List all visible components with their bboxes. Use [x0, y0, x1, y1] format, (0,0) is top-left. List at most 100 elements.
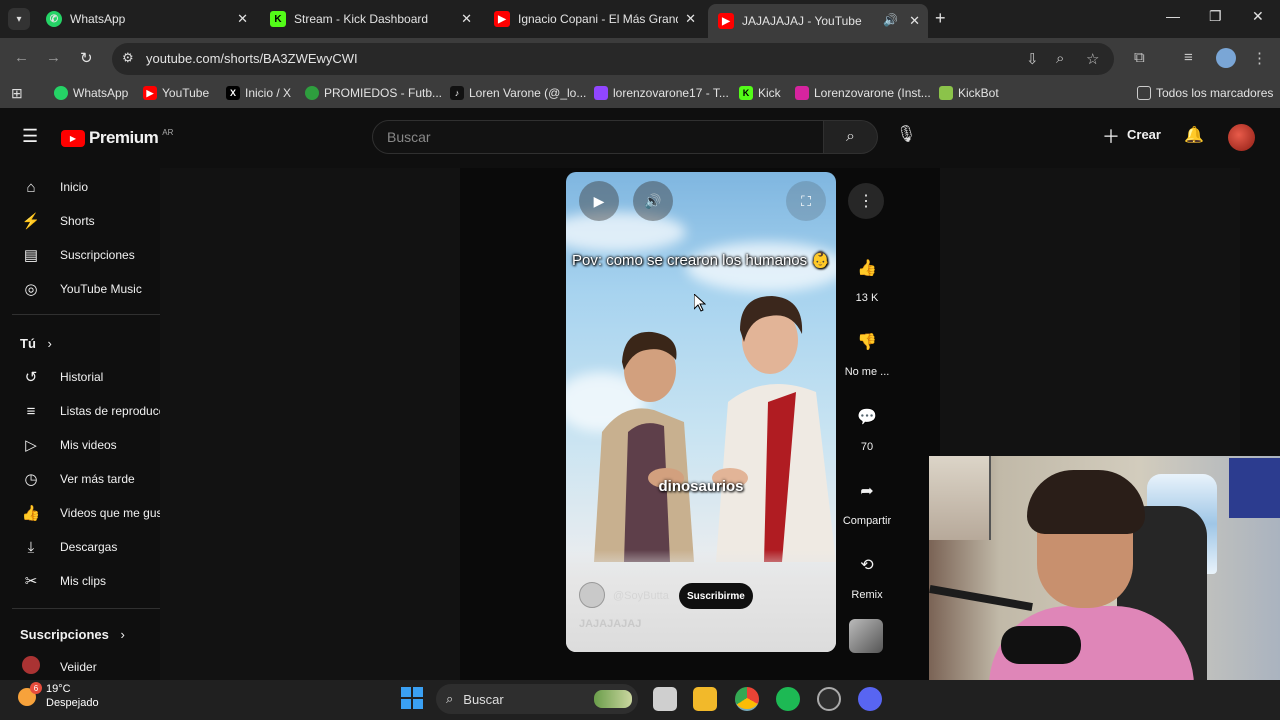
fullscreen-icon: ⛶	[801, 192, 811, 209]
youtube-logo[interactable]: ▶ Premium AR	[61, 128, 173, 148]
bookmark-whatsapp[interactable]: WhatsApp	[54, 86, 128, 100]
liked-icon: 👍	[21, 505, 41, 522]
watch-later-icon: ◷	[24, 471, 38, 488]
like-count: 13 K	[855, 292, 879, 304]
webcam-person-hair	[1027, 470, 1145, 534]
speaker-icon[interactable]: 🔊	[883, 13, 898, 27]
share-label: Compartir	[842, 515, 892, 527]
windows-start-icon[interactable]	[401, 687, 423, 709]
subscribe-button[interactable]: Suscribirme	[679, 583, 753, 609]
weather-sun-icon: 6	[18, 682, 42, 706]
discord-icon[interactable]	[858, 687, 882, 711]
url-text[interactable]: youtube.com/shorts/BA3ZWEwyCWI	[146, 51, 358, 66]
weather-widget[interactable]: 6 19°C Despejado	[18, 682, 99, 710]
extensions-icon[interactable]: ⧉	[1134, 49, 1145, 66]
forward-icon[interactable]: →	[46, 49, 61, 66]
short-video-player[interactable]: ▶ 🔊 ⛶ Pov: como se crearon los humanos 👶…	[566, 172, 836, 652]
bookmark-star-icon[interactable]: ☆	[1086, 50, 1099, 68]
all-bookmarks-folder[interactable]: Todos los marcadores	[1137, 86, 1273, 100]
youtube-favicon-icon: ▶	[494, 11, 510, 27]
task-view-icon[interactable]	[653, 687, 677, 711]
bookmark-kickbot[interactable]: KickBot	[939, 86, 999, 100]
bookmark-kick[interactable]: K Kick	[739, 86, 781, 100]
video-caption-bottom: dinosaurios	[658, 478, 744, 495]
bookmark-instagram[interactable]: Lorenzovarone (Inst...	[795, 86, 931, 100]
fullscreen-button[interactable]: ⛶	[786, 181, 826, 221]
profile-avatar[interactable]	[1216, 48, 1236, 68]
bookmark-x[interactable]: X Inicio / X	[226, 86, 291, 100]
tiktok-icon: ♪	[450, 86, 464, 100]
address-toolbar: ← → ↻ ⚙ youtube.com/shorts/BA3ZWEwyCWI ⇩…	[0, 38, 1280, 80]
close-tab-icon[interactable]: ✕	[461, 11, 472, 27]
chrome-icon[interactable]	[735, 687, 759, 711]
taskbar-search[interactable]: ⌕ Buscar	[436, 684, 638, 714]
browser-tab-copani[interactable]: ▶ Ignacio Copani - El Más Grande ✕	[484, 4, 704, 34]
menu-dots-icon[interactable]: ⋮	[1252, 49, 1267, 67]
zoom-icon[interactable]: ⌕	[1056, 50, 1064, 67]
apps-grid-icon[interactable]: ⊞	[11, 85, 23, 102]
bookmark-tiktok[interactable]: ♪ Loren Varone (@_lo...	[450, 86, 586, 100]
url-bar[interactable]: ⚙ youtube.com/shorts/BA3ZWEwyCWI ⇩ ⌕ ☆	[112, 43, 1114, 75]
x-logo-icon: X	[226, 86, 240, 100]
search-input[interactable]: Buscar	[372, 120, 824, 154]
tab-search-dropdown-icon[interactable]: ▾	[8, 8, 30, 30]
back-icon[interactable]: ←	[14, 49, 29, 66]
subscriptions-section-heading[interactable]: Suscripciones ›	[20, 627, 125, 642]
channel-handle[interactable]: @SoyButta	[613, 590, 669, 602]
play-button[interactable]: ▶	[579, 181, 619, 221]
microphone-icon[interactable]: 🎙	[896, 124, 916, 144]
install-icon[interactable]: ⇩	[1026, 50, 1039, 68]
account-avatar[interactable]	[1228, 124, 1255, 151]
remix-action[interactable]: ⟲ Remix	[838, 547, 896, 601]
remix-icon: ⟲	[860, 557, 874, 574]
notifications-bell-icon[interactable]: 🔔	[1184, 125, 1204, 145]
instagram-icon	[795, 86, 809, 100]
create-button[interactable]: Crear	[1127, 127, 1161, 142]
reload-icon[interactable]: ↻	[80, 49, 93, 67]
minimize-icon[interactable]: —	[1166, 8, 1180, 24]
site-info-icon[interactable]: ⚙	[122, 50, 134, 66]
chevron-right-icon: ›	[47, 336, 52, 351]
browser-tab-active[interactable]: ▶ JAJAJAJAJ - YouTube 🔊 ✕	[708, 4, 928, 38]
browser-tab-whatsapp[interactable]: ✆ WhatsApp ✕	[36, 4, 256, 34]
plus-icon: ＋	[1102, 127, 1120, 147]
cloud	[566, 212, 686, 252]
share-action[interactable]: ➦ Compartir	[838, 473, 896, 527]
close-tab-icon[interactable]: ✕	[909, 13, 920, 29]
file-explorer-icon[interactable]	[693, 687, 717, 711]
thumbs-down-icon: 👎	[857, 334, 877, 351]
like-action[interactable]: 👍 13 K	[838, 250, 896, 304]
downloads-icon: ⤓	[27, 538, 35, 556]
media-control-icon[interactable]: ≡	[1184, 49, 1193, 66]
search-button[interactable]: ⌕	[824, 120, 878, 154]
section-heading-text: Suscripciones	[20, 627, 109, 642]
channel-avatar[interactable]	[579, 582, 605, 608]
browser-tab-kick[interactable]: K Stream - Kick Dashboard ✕	[260, 4, 480, 34]
close-window-icon[interactable]: ✕	[1252, 8, 1264, 25]
chevron-right-icon: ›	[120, 627, 125, 642]
browser-tab-bar: ▾ ✆ WhatsApp ✕ K Stream - Kick Dashboard…	[0, 0, 1280, 38]
short-title[interactable]: JAJAJAJAJ	[579, 618, 641, 630]
new-tab-icon[interactable]: +	[935, 8, 946, 29]
search-highlight-image	[594, 690, 632, 708]
weather-description: Despejado	[46, 697, 99, 709]
hamburger-menu-icon[interactable]: ☰	[22, 126, 38, 147]
volume-icon: 🔊	[644, 192, 662, 209]
restore-icon[interactable]: ❐	[1209, 8, 1222, 25]
volume-button[interactable]: 🔊	[633, 181, 673, 221]
bookmark-promiedos[interactable]: PROMIEDOS - Futb...	[305, 86, 442, 100]
video-person-right	[712, 296, 836, 562]
more-options-icon[interactable]: ⋮	[848, 183, 884, 219]
comment-icon: 💬	[857, 409, 877, 426]
you-section-heading[interactable]: Tú ›	[20, 336, 52, 351]
bookmark-twitch[interactable]: lorenzovarone17 - T...	[594, 86, 729, 100]
bookmark-label: Lorenzovarone (Inst...	[814, 86, 931, 100]
spotify-icon[interactable]	[776, 687, 800, 711]
close-tab-icon[interactable]: ✕	[237, 11, 248, 27]
steam-icon[interactable]	[817, 687, 841, 711]
comments-action[interactable]: 💬 70	[838, 399, 896, 453]
dislike-action[interactable]: 👎 No me ...	[838, 324, 896, 378]
close-tab-icon[interactable]: ✕	[685, 11, 696, 27]
sound-thumbnail[interactable]	[849, 619, 883, 653]
bookmark-youtube[interactable]: ▶ YouTube	[143, 86, 209, 100]
